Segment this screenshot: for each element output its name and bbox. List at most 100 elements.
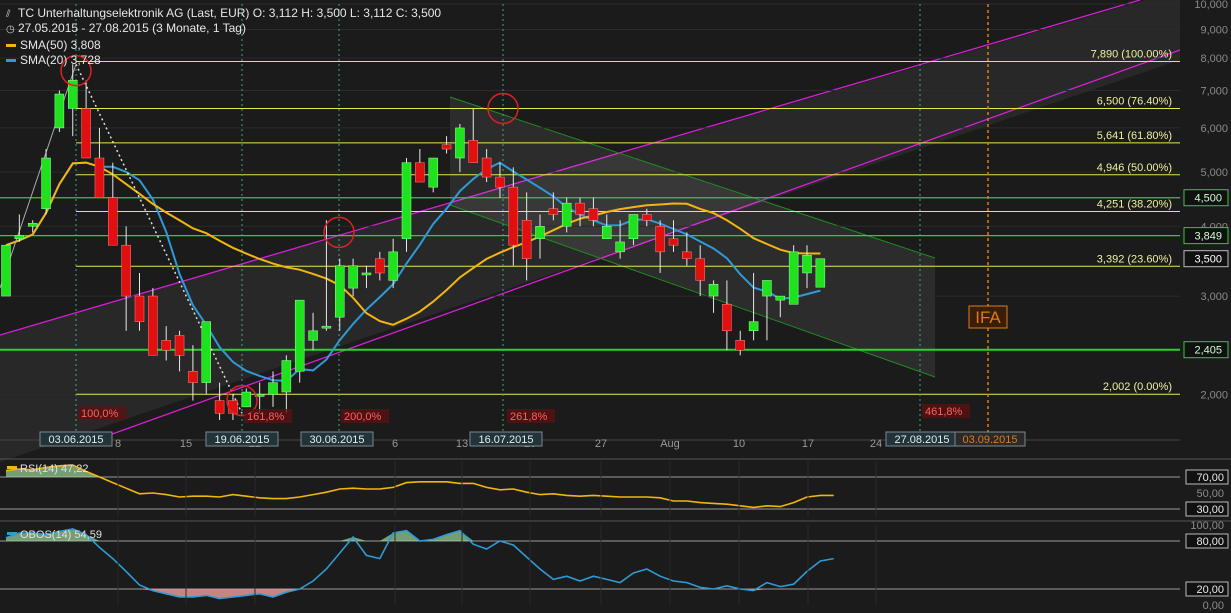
candle-up [241, 391, 252, 408]
candle-up [628, 214, 639, 239]
candle-up [535, 226, 545, 239]
candle-up [281, 360, 292, 393]
candle-down [655, 226, 665, 253]
projection-label: 200,0% [344, 411, 382, 423]
candle-down [161, 340, 171, 351]
date-label: 27.08.2015 [894, 434, 949, 446]
candle-up [294, 299, 305, 372]
y-tick-label: 6,000 [1200, 123, 1228, 135]
candle-down [548, 208, 559, 215]
x-tick-label: 10 [733, 438, 745, 450]
candle-up [335, 265, 345, 318]
x-tick-label: 27 [595, 438, 607, 450]
candle-up [802, 254, 812, 274]
legend-sma20: SMA(20) 3,728 [6, 53, 101, 67]
obos-label: OBOS(14) 54,59 [20, 529, 102, 541]
candle-up [401, 162, 412, 239]
price-badge-label: 3,500 [1194, 254, 1222, 266]
candle-up [762, 280, 772, 297]
candle-up [428, 157, 438, 188]
y-tick-label: 9,000 [1200, 25, 1228, 37]
candle-down [81, 108, 91, 159]
candle-up [361, 272, 372, 276]
candle-down [588, 208, 599, 221]
projection-label: 100,0% [81, 408, 119, 420]
y-tick-label: 2,000 [1200, 389, 1228, 401]
candle-up [815, 258, 826, 288]
fib-label: 3,392 (23.60%) [1097, 253, 1172, 265]
candle-up [348, 265, 358, 289]
projection-label: 461,8% [925, 406, 963, 418]
price-badge-label: 4,500 [1194, 193, 1222, 205]
fib-label: 2,002 (0.00%) [1103, 381, 1172, 393]
header-period-row: ◷ 27.05.2015 - 27.08.2015 (3 Monate, 1 Ta… [6, 21, 246, 37]
candle-up [388, 251, 398, 281]
date-label: 03.06.2015 [48, 434, 103, 446]
candle-down [108, 197, 118, 246]
date-label: 03.09.2015 [962, 434, 1017, 446]
rsi-tick-label: 30,00 [1196, 504, 1224, 516]
y-tick-label: 3,000 [1200, 291, 1228, 303]
candle-down [575, 202, 585, 215]
header-period: 27.05.2015 - 27.08.2015 (3 Monate, 1 Tag… [18, 21, 246, 35]
candle-up [41, 157, 51, 209]
obos-tick-label: 0,00 [1203, 600, 1224, 612]
y-tick-label: 10,000 [1194, 0, 1228, 11]
legend-sma50: SMA(50) 3,808 [6, 38, 101, 52]
obos-tick-label: 20,00 [1196, 584, 1224, 596]
candle-up [1, 244, 11, 297]
candle-up [788, 251, 799, 305]
candle-down [174, 335, 185, 356]
candle-down [188, 371, 198, 383]
price-badge-label: 2,405 [1194, 345, 1222, 357]
projection-label: 261,8% [510, 411, 548, 423]
price-badge-label: 3,849 [1194, 231, 1222, 243]
candle-up [615, 241, 625, 253]
date-label: 16.07.2015 [478, 434, 533, 446]
candle-down [415, 162, 425, 183]
candle-up [602, 226, 612, 239]
sma20-swatch [6, 59, 16, 63]
sma50-label: SMA(50) 3,808 [20, 38, 101, 52]
candle-down [121, 244, 131, 297]
obos-swatch [7, 532, 17, 535]
rsi-label: RSI(14) 47,22 [20, 463, 88, 475]
projection-label: 161,8% [247, 411, 285, 423]
candle-down [375, 258, 385, 274]
x-tick-label: 24 [870, 438, 882, 450]
candle-down [682, 251, 692, 259]
candle-down [495, 176, 505, 188]
y-tick-label: 5,000 [1200, 167, 1228, 179]
rsi-tick-label: 50,00 [1196, 488, 1224, 500]
candle-up [708, 283, 719, 297]
date-label: 19.06.2015 [214, 434, 269, 446]
fib-label: 4,946 (50.00%) [1097, 162, 1172, 174]
header-title-row: ⫽ TC Unterhaltungselektronik AG (Last, EU… [6, 6, 441, 22]
candle-up [27, 223, 38, 227]
x-tick-label: 15 [180, 438, 192, 450]
candle-down [134, 295, 145, 322]
x-tick-label: 17 [802, 438, 814, 450]
x-tick-label: 6 [392, 438, 398, 450]
candle-up [321, 325, 332, 329]
fib-label: 7,890 (100.00%) [1091, 48, 1172, 60]
candle-up [54, 93, 65, 129]
candle-up [201, 321, 211, 383]
candle-up [748, 321, 759, 332]
clock-icon: ◷ [6, 24, 15, 35]
candle-down [642, 214, 652, 221]
candle-down [94, 157, 105, 198]
y-tick-label: 7,000 [1200, 86, 1228, 98]
date-label: 30.06.2015 [309, 434, 364, 446]
stock-chart: 10,0009,0008,0007,0006,0005,0004,0003,00… [0, 0, 1231, 613]
sma20-label: SMA(20) 3,728 [20, 53, 101, 67]
candle-up [308, 330, 318, 341]
candle-up [775, 295, 786, 301]
candle-up [14, 235, 25, 239]
candle-up [268, 382, 278, 395]
obos-tick-label: 100,00 [1190, 520, 1224, 532]
candle-down [722, 304, 732, 332]
x-tick-label: Aug [660, 438, 680, 450]
header-title: TC Unterhaltungselektronik AG (Last, EUR… [18, 6, 442, 20]
candle-down [481, 157, 492, 178]
